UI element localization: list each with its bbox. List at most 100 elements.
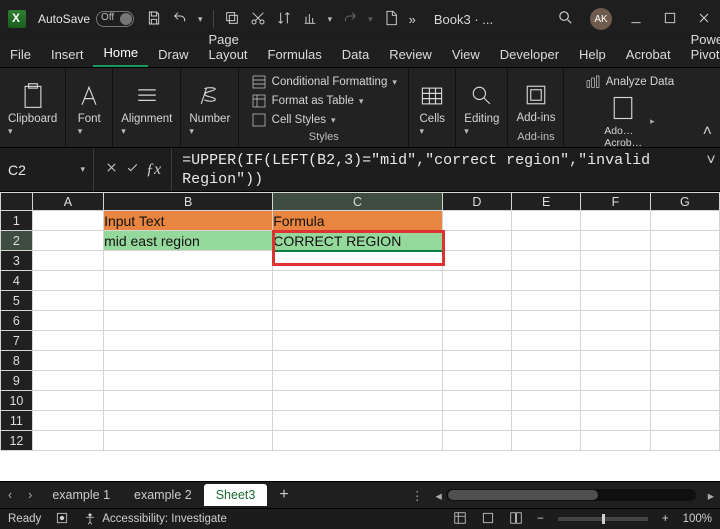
cell-B3[interactable] [104, 251, 273, 271]
cell-E11[interactable] [512, 411, 581, 431]
cell-G10[interactable] [650, 391, 719, 411]
row-header-5[interactable]: 5 [1, 291, 33, 311]
row-header-12[interactable]: 12 [1, 431, 33, 451]
cell-D5[interactable] [442, 291, 511, 311]
cell-C1[interactable]: Formula [273, 211, 443, 231]
cell-B1[interactable]: Input Text [104, 211, 273, 231]
editing-group-button[interactable]: Editing▾ [464, 82, 499, 137]
cell-D6[interactable] [442, 311, 511, 331]
menu-tab-draw[interactable]: Draw [148, 41, 198, 67]
cell-A12[interactable] [32, 431, 103, 451]
number-group-button[interactable]: Number▾ [189, 82, 230, 137]
worksheet-grid[interactable]: ABCDEFG1Input TextFormula2mid east regio… [0, 192, 720, 481]
cell-E8[interactable] [512, 351, 581, 371]
menu-tab-review[interactable]: Review [379, 41, 442, 67]
normal-view-icon[interactable] [453, 511, 467, 528]
hscroll-left-icon[interactable]: ◂ [431, 488, 445, 503]
cell-B8[interactable] [104, 351, 273, 371]
paste-button[interactable]: Clipboard▾ [8, 82, 57, 137]
cell-D12[interactable] [442, 431, 511, 451]
col-header-C[interactable]: C [273, 193, 443, 211]
cell-C10[interactable] [273, 391, 443, 411]
cell-G9[interactable] [650, 371, 719, 391]
cell-A1[interactable] [32, 211, 103, 231]
cell-C3[interactable] [273, 251, 443, 271]
zoom-slider[interactable] [558, 517, 648, 521]
minimize-icon[interactable] [628, 10, 644, 29]
search-icon[interactable] [557, 9, 574, 29]
col-header-G[interactable]: G [650, 193, 719, 211]
undo-icon[interactable] [172, 10, 188, 29]
cell-G5[interactable] [650, 291, 719, 311]
cell-G8[interactable] [650, 351, 719, 371]
sheet-nav-next-icon[interactable]: › [20, 488, 40, 502]
menu-tab-acrobat[interactable]: Acrobat [616, 41, 681, 67]
accessibility-status[interactable]: Accessibility: Investigate [83, 512, 227, 526]
cell-E5[interactable] [512, 291, 581, 311]
cell-C9[interactable] [273, 371, 443, 391]
cell-E4[interactable] [512, 271, 581, 291]
col-header-D[interactable]: D [442, 193, 511, 211]
col-header-A[interactable]: A [32, 193, 103, 211]
row-header-6[interactable]: 6 [1, 311, 33, 331]
chevron-down-icon[interactable]: ▾ [80, 164, 85, 175]
cell-B10[interactable] [104, 391, 273, 411]
cell-A7[interactable] [32, 331, 103, 351]
new-sheet-button[interactable]: + [267, 486, 300, 504]
cell-D7[interactable] [442, 331, 511, 351]
sort-icon[interactable] [276, 10, 292, 29]
cell-E9[interactable] [512, 371, 581, 391]
menu-tab-power-pivot[interactable]: Power Pivot [681, 26, 720, 67]
sheet-options-icon[interactable]: ⋮ [403, 488, 432, 503]
menu-tab-file[interactable]: File [0, 41, 41, 67]
cell-B6[interactable] [104, 311, 273, 331]
cells-group-button[interactable]: Cells▾ [417, 82, 447, 137]
cell-F7[interactable] [581, 331, 650, 351]
cell-A5[interactable] [32, 291, 103, 311]
menu-tab-insert[interactable]: Insert [41, 41, 94, 67]
cell-D8[interactable] [442, 351, 511, 371]
cell-E7[interactable] [512, 331, 581, 351]
cell-F1[interactable] [581, 211, 650, 231]
row-header-4[interactable]: 4 [1, 271, 33, 291]
page-break-view-icon[interactable] [509, 511, 523, 528]
cell-B7[interactable] [104, 331, 273, 351]
cell-E1[interactable] [512, 211, 581, 231]
cell-A4[interactable] [32, 271, 103, 291]
cell-D3[interactable] [442, 251, 511, 271]
cell-G12[interactable] [650, 431, 719, 451]
conditional-formatting-button[interactable]: Conditional Formatting ▾ [251, 74, 397, 90]
cell-A9[interactable] [32, 371, 103, 391]
cell-C8[interactable] [273, 351, 443, 371]
formula-input[interactable]: =UPPER(IF(LEFT(B2,3)="mid","correct regi… [172, 148, 702, 191]
cell-F6[interactable] [581, 311, 650, 331]
cell-A6[interactable] [32, 311, 103, 331]
cell-F10[interactable] [581, 391, 650, 411]
cell-F5[interactable] [581, 291, 650, 311]
new-file-icon[interactable] [383, 10, 399, 29]
menu-tab-formulas[interactable]: Formulas [258, 41, 332, 67]
collapse-ribbon-icon[interactable]: ˄ [703, 123, 712, 141]
cell-G7[interactable] [650, 331, 719, 351]
cell-B2[interactable]: mid east region [104, 231, 273, 251]
menu-tab-view[interactable]: View [442, 41, 490, 67]
cell-B4[interactable] [104, 271, 273, 291]
redo-icon[interactable] [342, 10, 358, 29]
cell-E3[interactable] [512, 251, 581, 271]
chart-icon[interactable] [302, 10, 318, 29]
cell-A11[interactable] [32, 411, 103, 431]
cell-A10[interactable] [32, 391, 103, 411]
avatar[interactable]: AK [590, 8, 612, 30]
zoom-out-icon[interactable]: − [537, 513, 544, 525]
cell-B12[interactable] [104, 431, 273, 451]
cell-C5[interactable] [273, 291, 443, 311]
cell-F12[interactable] [581, 431, 650, 451]
page-layout-view-icon[interactable] [481, 511, 495, 528]
sheet-nav-prev-icon[interactable]: ‹ [0, 488, 20, 502]
cell-C7[interactable] [273, 331, 443, 351]
cell-D4[interactable] [442, 271, 511, 291]
cell-B5[interactable] [104, 291, 273, 311]
col-header-F[interactable]: F [581, 193, 650, 211]
cell-E6[interactable] [512, 311, 581, 331]
cell-F4[interactable] [581, 271, 650, 291]
